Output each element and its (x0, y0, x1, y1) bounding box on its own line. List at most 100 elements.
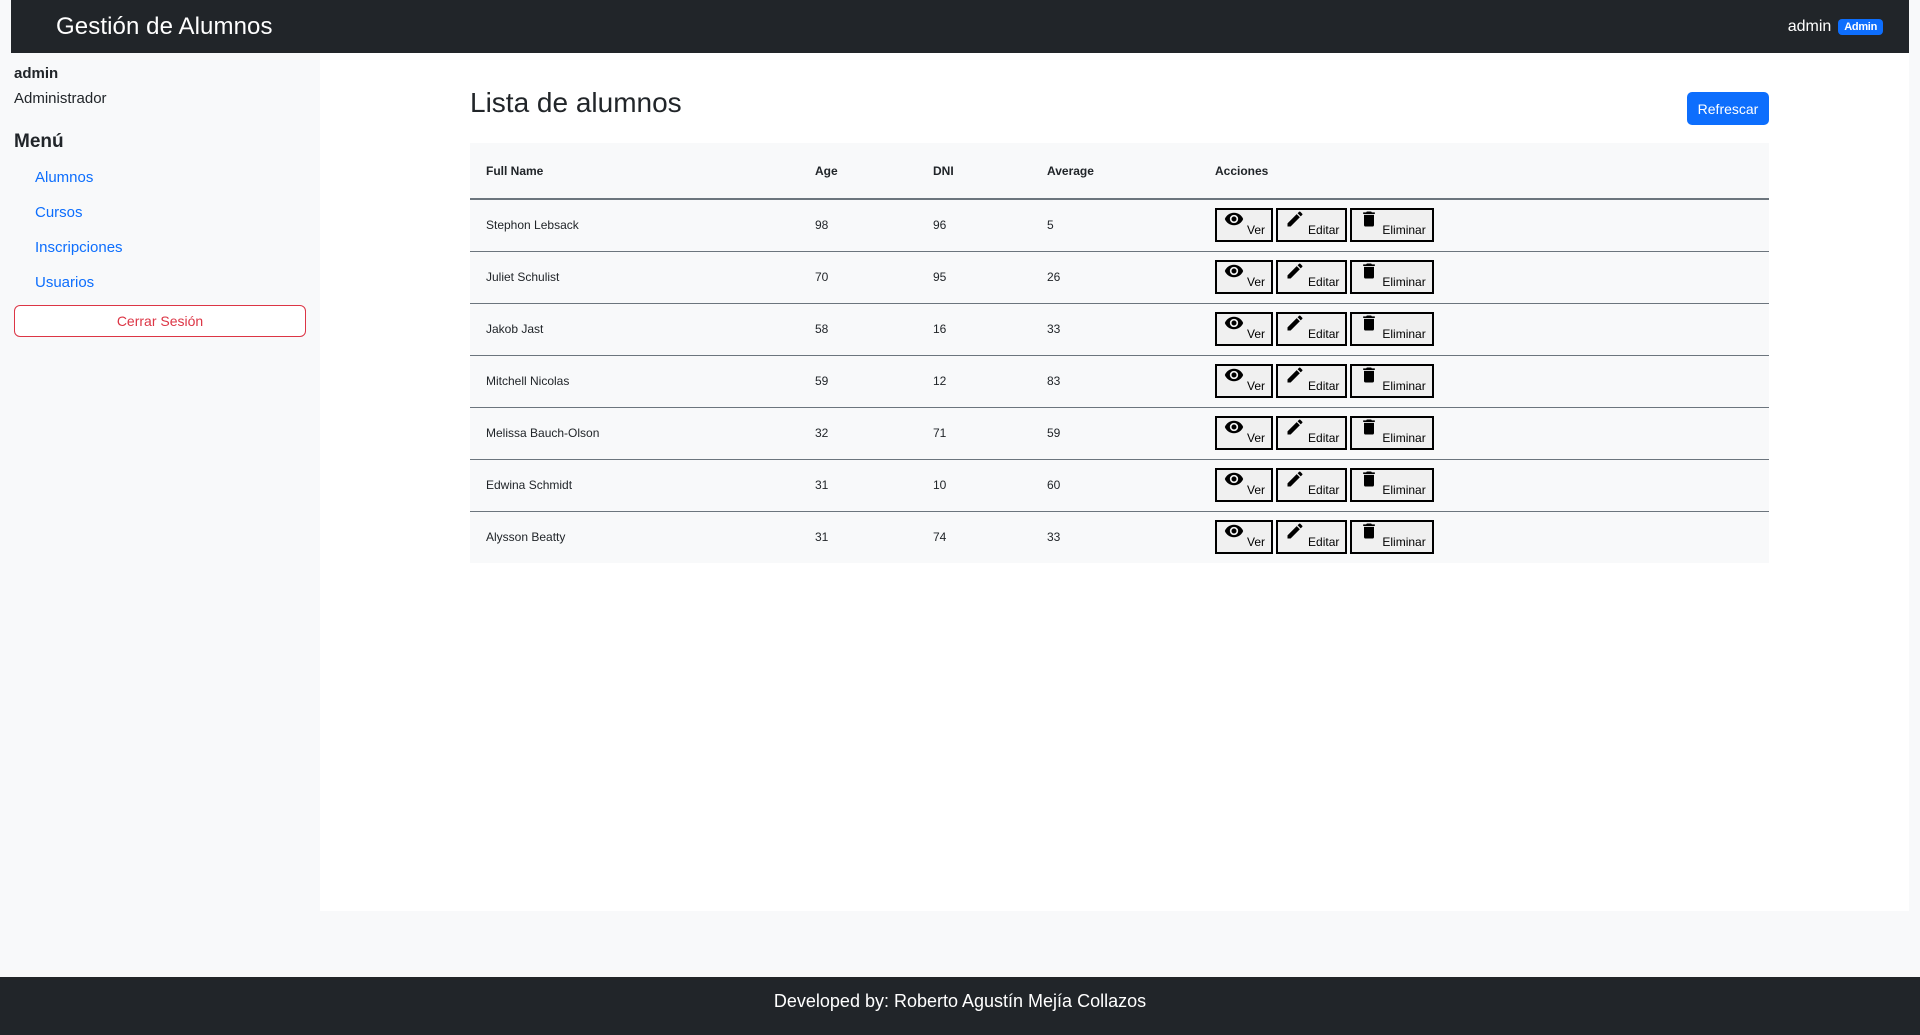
trash-icon (1359, 209, 1379, 237)
trash-icon (1359, 261, 1379, 289)
view-button[interactable]: Ver (1215, 260, 1274, 294)
delete-button[interactable]: Eliminar (1350, 260, 1434, 294)
cell-full-name: Mitchell Nicolas (486, 374, 570, 388)
column-header-age: Age (815, 163, 838, 178)
app-brand[interactable]: Gestión de Alumnos (56, 13, 273, 41)
sidebar-item-usuarios[interactable]: Usuarios (14, 272, 317, 307)
delete-button[interactable]: Eliminar (1350, 364, 1434, 398)
page-title: Lista de alumnos (470, 87, 682, 118)
students-table-wrapper: Full Name Age DNI Average Acciones Steph… (470, 143, 1769, 563)
view-button-label: Ver (1247, 275, 1266, 289)
edit-button[interactable]: Editar (1276, 312, 1348, 346)
edit-button-label: Editar (1308, 223, 1340, 238)
view-button-label: Ver (1247, 431, 1266, 445)
eye-icon (1224, 209, 1244, 237)
cell-full-name: Alysson Beatty (486, 530, 566, 545)
edit-button[interactable]: Editar (1276, 208, 1348, 243)
delete-button[interactable]: Eliminar (1350, 416, 1434, 450)
table-row: Mitchell Nicolas 59 12 83 Ver Editar Eli… (470, 355, 1769, 407)
eye-icon (1224, 469, 1244, 497)
edit-button[interactable]: Editar (1276, 416, 1348, 450)
view-button[interactable]: Ver (1215, 364, 1274, 398)
trash-icon (1359, 365, 1379, 393)
view-button[interactable]: Ver (1215, 416, 1274, 450)
cell-average: 26 (1047, 270, 1061, 284)
view-button-label: Ver (1247, 483, 1266, 497)
delete-button-label: Eliminar (1382, 483, 1426, 497)
user-area: admin Admin (1788, 18, 1883, 36)
pencil-icon (1285, 417, 1305, 445)
row-actions: Ver Editar Eliminar (1215, 208, 1769, 243)
view-button[interactable]: Ver (1215, 520, 1274, 555)
students-table: Full Name Age DNI Average Acciones Steph… (470, 143, 1769, 563)
cell-average: 83 (1047, 374, 1061, 388)
edit-button[interactable]: Editar (1276, 364, 1348, 398)
cell-full-name: Edwina Schmidt (486, 478, 573, 492)
edit-button-label: Editar (1308, 431, 1340, 445)
trash-icon (1359, 469, 1379, 497)
pencil-icon (1285, 209, 1305, 237)
cell-actions: Ver Editar Eliminar (1199, 251, 1769, 303)
sidebar-role: Administrador (14, 90, 107, 107)
eye-icon (1224, 313, 1244, 341)
cell-dni: 12 (933, 374, 947, 388)
view-button[interactable]: Ver (1215, 312, 1274, 346)
sidebar-item-cursos[interactable]: Cursos (14, 202, 317, 237)
table-row: Stephon Lebsack 98 96 5 Ver Editar Elimi… (470, 199, 1769, 251)
delete-button-label: Eliminar (1382, 379, 1426, 393)
row-actions: Ver Editar Eliminar (1215, 468, 1769, 502)
cell-age: 32 (815, 426, 829, 440)
edit-button-label: Editar (1308, 327, 1340, 341)
delete-button[interactable]: Eliminar (1350, 520, 1434, 555)
cell-full-name: Melissa Bauch-Olson (486, 426, 600, 440)
row-actions: Ver Editar Eliminar (1215, 364, 1769, 398)
cell-average: 33 (1047, 530, 1061, 545)
cell-dni: 16 (933, 322, 947, 336)
cell-average: 60 (1047, 478, 1061, 492)
main-content: Lista de alumnos Refrescar Full Name Age… (320, 53, 1909, 911)
delete-button-label: Eliminar (1382, 327, 1426, 341)
eye-icon (1224, 521, 1244, 549)
row-actions: Ver Editar Eliminar (1215, 312, 1769, 346)
cell-full-name: Stephon Lebsack (486, 218, 579, 233)
cell-age: 31 (815, 478, 829, 492)
table-row: Juliet Schulist 70 95 26 Ver Editar Elim… (470, 251, 1769, 303)
logout-button[interactable]: Cerrar Sesión (14, 305, 306, 337)
pencil-icon (1285, 469, 1305, 497)
table-header-row: Full Name Age DNI Average Acciones (470, 143, 1769, 199)
delete-button-label: Eliminar (1382, 431, 1426, 445)
edit-button[interactable]: Editar (1276, 468, 1348, 502)
footer-credit: Developed by: Roberto Agustín Mejía Coll… (773, 991, 1147, 1011)
cell-dni: 10 (933, 478, 947, 492)
pencil-icon (1285, 313, 1305, 341)
cell-actions: Ver Editar Eliminar (1199, 459, 1769, 511)
view-button[interactable]: Ver (1215, 468, 1274, 502)
cell-average: 33 (1047, 322, 1061, 336)
sidebar-item-inscripciones[interactable]: Inscripciones (14, 237, 317, 272)
role-badge: Admin (1838, 18, 1883, 35)
trash-icon (1359, 417, 1379, 445)
sidebar-menu-title: Menú (14, 131, 64, 152)
sidebar: admin Administrador Menú Alumnos Cursos … (11, 53, 320, 911)
cell-actions: Ver Editar Eliminar (1199, 407, 1769, 459)
sidebar-item-alumnos[interactable]: Alumnos (14, 167, 317, 202)
pencil-icon (1285, 521, 1305, 549)
edit-button[interactable]: Editar (1276, 260, 1348, 294)
delete-button[interactable]: Eliminar (1350, 468, 1434, 502)
pencil-icon (1285, 365, 1305, 393)
view-button[interactable]: Ver (1215, 208, 1274, 243)
cell-actions: Ver Editar Eliminar (1199, 511, 1769, 563)
refresh-button[interactable]: Refrescar (1687, 92, 1769, 125)
edit-button[interactable]: Editar (1276, 520, 1348, 555)
delete-button[interactable]: Eliminar (1350, 208, 1434, 243)
cell-full-name: Juliet Schulist (486, 270, 560, 284)
cell-age: 70 (815, 270, 829, 284)
table-row: Edwina Schmidt 31 10 60 Ver Editar Elimi… (470, 459, 1769, 511)
column-header-dni: DNI (933, 163, 954, 178)
delete-button-label: Eliminar (1382, 275, 1426, 289)
view-button-label: Ver (1247, 223, 1266, 238)
delete-button[interactable]: Eliminar (1350, 312, 1434, 346)
sidebar-username: admin (14, 65, 59, 82)
cell-dni: 95 (933, 270, 947, 284)
cell-age: 98 (815, 218, 829, 233)
